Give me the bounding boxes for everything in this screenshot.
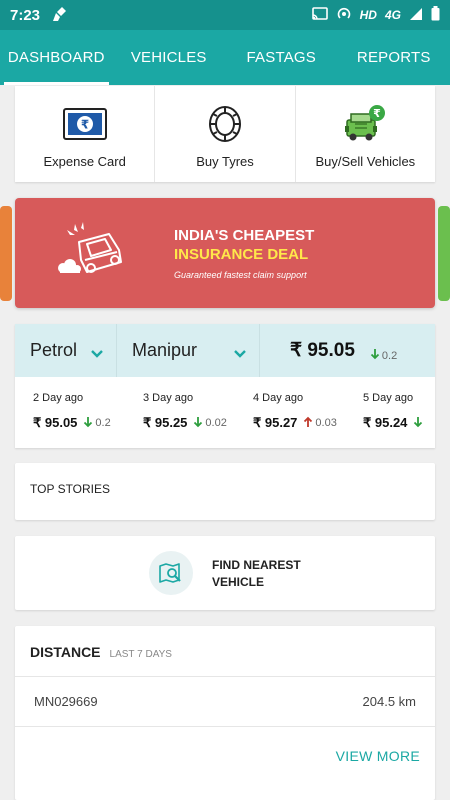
distance-value: 204.5 km (362, 694, 416, 709)
history-day: 4 Day ago (253, 392, 304, 404)
map-search-icon (149, 551, 193, 595)
arrow-down-icon (370, 348, 380, 363)
quick-actions: ₹ Expense Card Buy Tyres ₹ Buy/Sell Vehi… (15, 86, 435, 182)
chevron-down-icon (233, 343, 247, 364)
state-select[interactable]: Manipur (117, 324, 260, 377)
battery-icon (431, 6, 440, 24)
cleaner-icon (52, 6, 70, 25)
history-price: ₹ 95.25 (143, 415, 188, 430)
top-stories-card[interactable]: TOP STORIES (15, 463, 435, 520)
buy-tyres-button[interactable]: Buy Tyres (155, 86, 296, 182)
history-day: 5 Day ago (363, 392, 414, 404)
svg-text:₹: ₹ (373, 107, 381, 120)
banner-line2: INSURANCE DEAL (174, 246, 309, 263)
signal-icon (409, 7, 423, 24)
price-change-value: 0.2 (381, 349, 398, 362)
find-line2: VEHICLE (212, 575, 265, 589)
chevron-down-icon (90, 343, 104, 364)
history-day: 3 Day ago (143, 392, 194, 404)
fuel-price-card: Petrol Manipur ₹ 95.05 0.2 2 Day ago ₹ 9… (15, 324, 435, 448)
fuel-type-value: Petrol (30, 340, 78, 360)
car-crash-icon (57, 220, 137, 285)
buy-sell-vehicles-button[interactable]: ₹ Buy/Sell Vehicles (296, 86, 435, 182)
tab-reports[interactable]: REPORTS (338, 30, 450, 85)
price-history[interactable]: 2 Day ago ₹ 95.05 0.2 3 Day ago ₹ 95.25 … (15, 377, 435, 431)
banner-tagline: Guaranteed fastest claim support (174, 270, 307, 280)
current-price: ₹ 95.05 0.2 (260, 338, 435, 363)
carousel-next-peek[interactable] (438, 206, 450, 301)
history-item: 5 Day ago ₹ 95.24 (363, 377, 435, 431)
find-nearest-vehicle-button[interactable]: FIND NEAREST VEHICLE (15, 536, 435, 610)
distance-card: DISTANCE LAST 7 DAYS MN029669 204.5 km V… (15, 626, 435, 800)
status-time: 7:23 (10, 6, 41, 24)
history-price: ₹ 95.05 (33, 415, 78, 430)
distance-row[interactable]: MN029669 204.5 km (34, 694, 416, 709)
expense-card-button[interactable]: ₹ Expense Card (15, 86, 156, 182)
price-change: 0.2 (370, 348, 397, 363)
top-stories-title: TOP STORIES (30, 482, 111, 496)
history-change: 0.03 (315, 417, 337, 429)
main-tabs: DASHBOARD VEHICLES FASTAGS REPORTS (0, 30, 450, 85)
arrow-down-icon (83, 416, 93, 431)
banner-line1: INDIA'S CHEAPEST (174, 227, 315, 244)
arrow-down-icon (413, 416, 423, 431)
find-line1: FIND NEAREST (212, 558, 301, 572)
history-item: 3 Day ago ₹ 95.25 0.02 (143, 377, 253, 431)
distance-title: DISTANCE (30, 644, 101, 660)
status-bar: 7:23 HD 4G (0, 0, 450, 30)
history-price: ₹ 95.27 (253, 415, 298, 430)
buy-sell-vehicles-label: Buy/Sell Vehicles (315, 154, 416, 169)
tyre-icon (202, 104, 248, 144)
hotspot-icon (336, 6, 352, 25)
history-change: 0.2 (95, 417, 111, 429)
history-item: 4 Day ago ₹ 95.27 0.03 (253, 377, 363, 431)
divider (15, 726, 435, 727)
svg-text:₹: ₹ (80, 118, 88, 132)
divider (15, 676, 435, 677)
history-day: 2 Day ago (33, 392, 84, 404)
history-item: 2 Day ago ₹ 95.05 0.2 (33, 377, 143, 431)
vehicle-number: MN029669 (34, 694, 98, 709)
network-label: 4G (384, 8, 401, 22)
distance-subtitle: LAST 7 DAYS (109, 649, 172, 660)
tab-vehicles[interactable]: VEHICLES (113, 30, 226, 85)
rupee-card-icon: ₹ (62, 104, 108, 144)
arrow-down-icon (193, 416, 203, 431)
insurance-banner[interactable]: INDIA'S CHEAPEST INSURANCE DEAL Guarante… (15, 198, 435, 308)
history-change: 0.02 (205, 417, 227, 429)
cast-icon (311, 6, 328, 24)
price-value: ₹ 95.05 (290, 340, 355, 361)
buy-tyres-label: Buy Tyres (196, 154, 254, 169)
hd-label: HD (359, 8, 377, 22)
tab-dashboard[interactable]: DASHBOARD (0, 30, 113, 85)
state-value: Manipur (132, 340, 198, 360)
fuel-type-select[interactable]: Petrol (15, 324, 117, 377)
vehicle-sell-icon: ₹ (342, 104, 388, 144)
view-more-button[interactable]: VIEW MORE (336, 748, 420, 764)
history-price: ₹ 95.24 (363, 415, 408, 430)
expense-card-label: Expense Card (43, 154, 126, 169)
tab-fastags[interactable]: FASTAGS (225, 30, 338, 85)
arrow-up-icon (303, 416, 313, 431)
carousel-prev-peek[interactable] (0, 206, 12, 301)
